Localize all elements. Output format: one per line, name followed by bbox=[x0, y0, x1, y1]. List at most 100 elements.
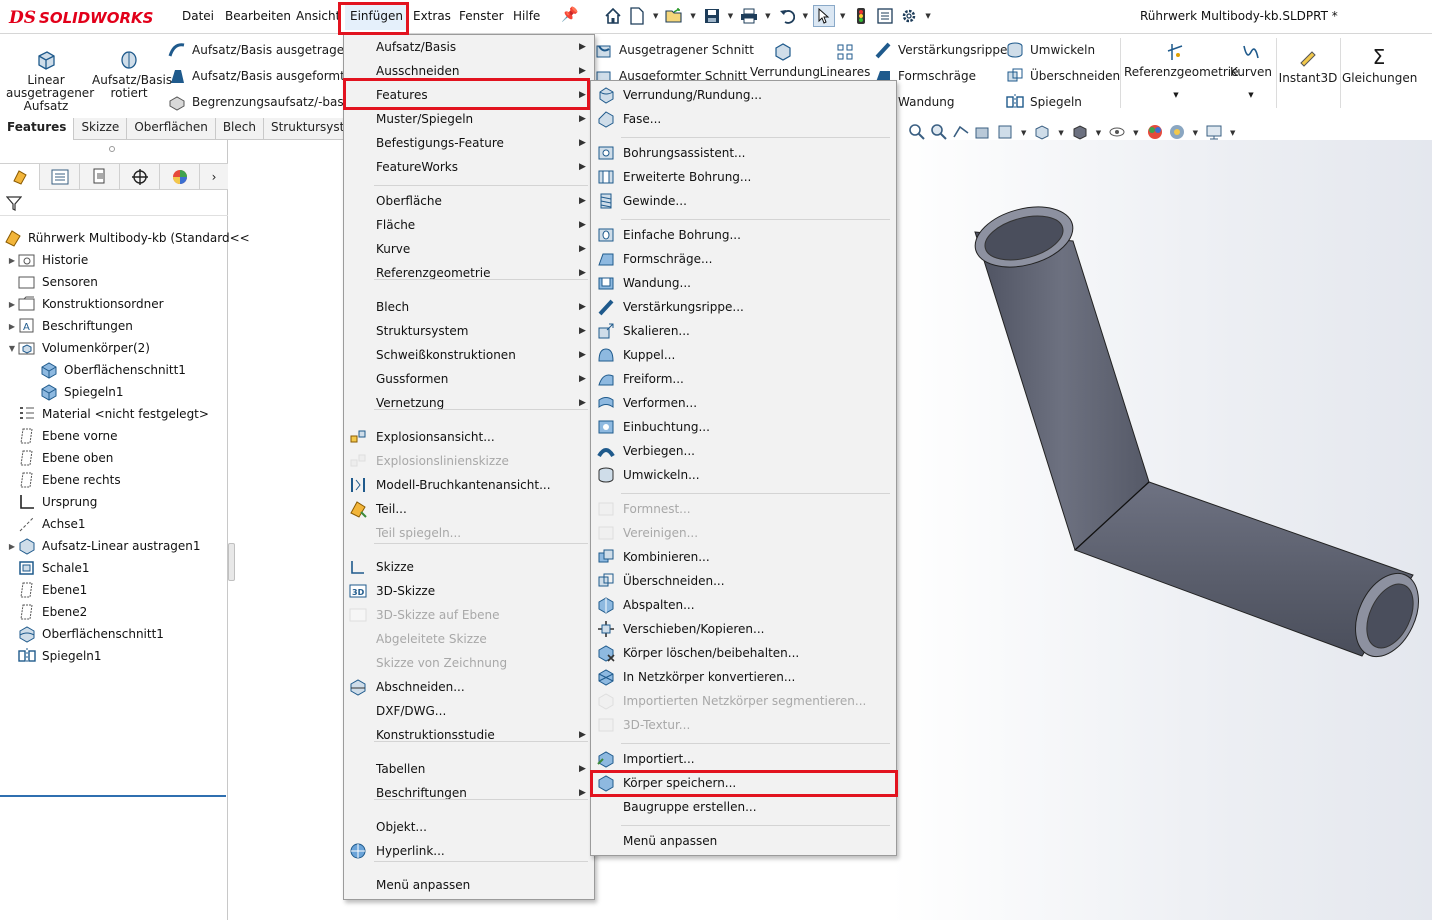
menu-item-abschneiden[interactable]: Abschneiden... bbox=[344, 675, 594, 699]
apply-scene-icon[interactable] bbox=[1168, 123, 1186, 144]
menu-item-teil[interactable]: Teil... bbox=[344, 497, 594, 521]
rib-button[interactable]: Verstärkungsrippe bbox=[874, 41, 1007, 59]
expand-arrow-icon[interactable]: ▶ bbox=[6, 256, 18, 265]
displaymanager-tab-icon[interactable] bbox=[160, 164, 200, 190]
hide-show-icon[interactable] bbox=[1108, 123, 1126, 144]
view-orientation-icon[interactable] bbox=[1033, 123, 1051, 144]
menu-item-bohrungsassistent[interactable]: Bohrungsassistent... bbox=[591, 141, 896, 165]
menu-item-struktursystem[interactable]: Struktursystem ▶ bbox=[344, 319, 594, 343]
chevron-down-icon[interactable]: ▼ bbox=[1021, 129, 1026, 137]
options-gear-icon[interactable] bbox=[898, 5, 920, 27]
menu-item-wandung[interactable]: Wandung... bbox=[591, 271, 896, 295]
panel-grip[interactable] bbox=[109, 146, 115, 152]
dynamic-annotation-icon[interactable] bbox=[996, 123, 1014, 144]
tree-node-spiegeln1[interactable]: Spiegeln1 bbox=[6, 645, 102, 667]
chevron-down-icon[interactable]: ▼ bbox=[1193, 129, 1198, 137]
tree-filter[interactable] bbox=[0, 191, 228, 216]
rebuild-icon[interactable] bbox=[850, 5, 872, 27]
tree-node-ebene-oben[interactable]: Ebene oben bbox=[6, 447, 113, 469]
menu-item-erweiterte-bohrung[interactable]: Erweiterte Bohrung... bbox=[591, 165, 896, 189]
menu-item-3d-skizze[interactable]: 3D 3D-Skizze bbox=[344, 579, 594, 603]
menu-item-muster-spiegeln[interactable]: Muster/Spiegeln ▶ bbox=[344, 107, 594, 131]
dimxpert-tab-icon[interactable] bbox=[120, 164, 160, 190]
tree-node-schale1[interactable]: Schale1 bbox=[6, 557, 90, 579]
featuremanager-tab-icon[interactable] bbox=[0, 164, 40, 190]
tree-node-achse1[interactable]: Achse1 bbox=[6, 513, 85, 535]
menu-item-blech[interactable]: Blech ▶ bbox=[344, 295, 594, 319]
rollback-bar[interactable] bbox=[0, 795, 226, 797]
menu-item-abspalten[interactable]: Abspalten... bbox=[591, 593, 896, 617]
menu-item-flaeche[interactable]: Fläche ▶ bbox=[344, 213, 594, 237]
open-icon[interactable] bbox=[663, 5, 685, 27]
chevron-down-icon[interactable]: ▼ bbox=[1058, 129, 1063, 137]
menu-item-skalieren[interactable]: Skalieren... bbox=[591, 319, 896, 343]
extrude-boss-button[interactable]: Linear ausgetragener Aufsatz bbox=[6, 48, 94, 113]
tab-blech[interactable]: Blech bbox=[216, 118, 264, 140]
menu-item-verstaerkungsrippe[interactable]: Verstärkungsrippe... bbox=[591, 295, 896, 319]
tree-node-oberflaechenschnitt1[interactable]: Oberflächenschnitt1 bbox=[28, 359, 186, 381]
menu-item-oberflaeche[interactable]: Oberfläche ▶ bbox=[344, 189, 594, 213]
chevron-down-icon[interactable]: ▼ bbox=[1133, 129, 1138, 137]
expand-arrow-icon[interactable]: ▶ bbox=[6, 300, 18, 309]
menu-item-modell-bruchkantenansicht[interactable]: Modell-Bruchkantenansicht... bbox=[344, 473, 594, 497]
menu-item-skizze[interactable]: Skizze bbox=[344, 555, 594, 579]
instant3d-button[interactable]: Instant3D bbox=[1278, 48, 1338, 85]
home-icon[interactable] bbox=[602, 5, 624, 27]
menu-item-objekt[interactable]: Objekt... bbox=[344, 815, 594, 839]
menu-item-featureworks[interactable]: FeatureWorks ▶ bbox=[344, 155, 594, 179]
filter-icon[interactable] bbox=[5, 195, 23, 214]
expand-arrow-icon[interactable]: ▶ bbox=[6, 542, 18, 551]
tree-node-oberflaechenschnitt1[interactable]: Oberflächenschnitt1 bbox=[6, 623, 164, 645]
tree-node-konstruktionsordner[interactable]: ▶ Konstruktionsordner bbox=[6, 293, 164, 315]
menu-item-tabellen[interactable]: Tabellen ▶ bbox=[344, 757, 594, 781]
menu-bearbeiten[interactable]: Bearbeiten bbox=[225, 9, 291, 23]
menu-item-verformen[interactable]: Verformen... bbox=[591, 391, 896, 415]
menu-item-befestigungs-feature[interactable]: Befestigungs-Feature ▶ bbox=[344, 131, 594, 155]
menu-item-schweisskonstruktionen[interactable]: Schweißkonstruktionen ▶ bbox=[344, 343, 594, 367]
pin-icon[interactable]: 📌 bbox=[561, 7, 578, 23]
tree-node-spiegeln1[interactable]: Spiegeln1 bbox=[28, 381, 124, 403]
sweep-boss-button[interactable]: Aufsatz/Basis ausgetragen bbox=[168, 41, 352, 59]
fillet-button[interactable]: Verrundung bbox=[750, 42, 820, 79]
loft-boss-button[interactable]: Aufsatz/Basis ausgeformt bbox=[168, 67, 345, 85]
menu-item-kombinieren[interactable]: Kombinieren... bbox=[591, 545, 896, 569]
boundary-boss-button[interactable]: Begrenzungsaufsatz/-basis bbox=[168, 93, 353, 111]
expand-arrow-icon[interactable]: ▶ bbox=[6, 322, 18, 331]
propertymanager-tab-icon[interactable] bbox=[40, 164, 80, 190]
tree-node-aufsatz-linear-austragen1[interactable]: ▶ Aufsatz-Linear austragen1 bbox=[6, 535, 201, 557]
new-document-icon[interactable] bbox=[626, 5, 648, 27]
menu-item-aufsatz-basis[interactable]: Aufsatz/Basis ▶ bbox=[344, 35, 594, 59]
chevron-right-icon[interactable]: › bbox=[200, 164, 228, 190]
menu-item-gussformen[interactable]: Gussformen ▶ bbox=[344, 367, 594, 391]
menu-ansicht[interactable]: Ansicht bbox=[296, 9, 340, 23]
tree-node-historie[interactable]: ▶ Historie bbox=[6, 249, 88, 271]
wrap-button[interactable]: Umwickeln bbox=[1006, 41, 1095, 59]
tree-node-ruehrwerk-multibody-kb-standar[interactable]: Rührwerk Multibody-kb (Standard<< bbox=[4, 227, 250, 249]
tree-node-ebene1[interactable]: Ebene1 bbox=[6, 579, 87, 601]
tab-skizze[interactable]: Skizze bbox=[74, 118, 128, 140]
menu-item-menue-anpassen[interactable]: Menü anpassen bbox=[591, 829, 896, 853]
menu-item-koerper-speichern[interactable]: Körper speichern... bbox=[591, 771, 896, 795]
menu-item-verrundung-rundung[interactable]: Verrundung/Rundung... bbox=[591, 83, 896, 107]
intersect-button[interactable]: Überschneiden bbox=[1006, 67, 1120, 85]
menu-item-baugruppe-erstellen[interactable]: Baugruppe erstellen... bbox=[591, 795, 896, 819]
menu-item-importiert[interactable]: Importiert... bbox=[591, 747, 896, 771]
zoom-to-fit-icon[interactable] bbox=[908, 123, 926, 144]
menu-item-verbiegen[interactable]: Verbiegen... bbox=[591, 439, 896, 463]
menu-einfuegen[interactable]: Einfügen bbox=[345, 4, 408, 30]
menu-item-explosionsansicht[interactable]: Explosionsansicht... bbox=[344, 425, 594, 449]
curves-button[interactable]: Kurven ▼ bbox=[1230, 42, 1272, 102]
menu-item-freiform[interactable]: Freiform... bbox=[591, 367, 896, 391]
menu-item-einbuchtung[interactable]: Einbuchtung... bbox=[591, 415, 896, 439]
menu-item-hyperlink[interactable]: Hyperlink... bbox=[344, 839, 594, 863]
solidworks-logo[interactable]: DS SOLIDWORKS bbox=[9, 4, 153, 32]
menu-item-koerper-loeschen-beibehalten[interactable]: Körper löschen/beibehalten... bbox=[591, 641, 896, 665]
tree-node-material-nicht-festgelegt[interactable]: Material <nicht festgelegt> bbox=[6, 403, 209, 425]
menu-item-beschriftungen[interactable]: Beschriftungen ▶ bbox=[344, 781, 594, 805]
equations-button[interactable]: Σ Gleichungen bbox=[1342, 46, 1417, 85]
menu-item-einfache-bohrung[interactable]: Einfache Bohrung... bbox=[591, 223, 896, 247]
tree-node-beschriftungen[interactable]: ▶ A Beschriftungen bbox=[6, 315, 133, 337]
display-style-icon[interactable] bbox=[1071, 123, 1089, 144]
chevron-down-icon[interactable]: ▼ bbox=[1230, 89, 1272, 102]
menu-item-formschraege[interactable]: Formschräge... bbox=[591, 247, 896, 271]
